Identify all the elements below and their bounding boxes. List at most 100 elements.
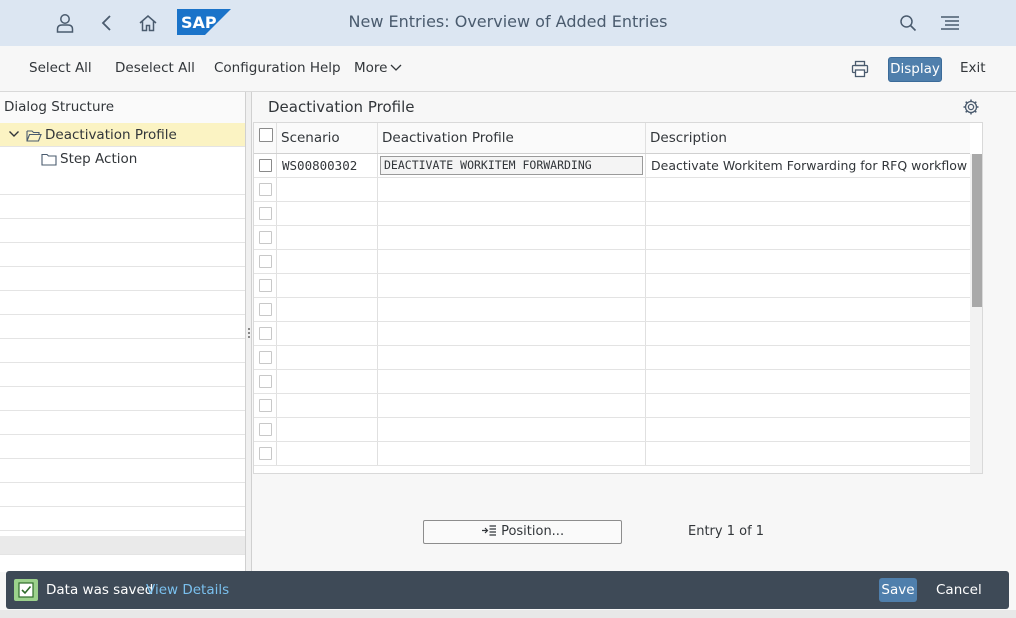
scenario-cell[interactable] [277, 346, 378, 369]
menu-icon[interactable] [936, 9, 964, 37]
scenario-cell[interactable] [277, 250, 378, 273]
row-checkbox[interactable] [259, 303, 272, 316]
row-checkbox[interactable] [259, 279, 272, 292]
cancel-button[interactable]: Cancel [936, 582, 982, 598]
save-button[interactable]: Save [879, 578, 917, 602]
back-icon[interactable] [93, 9, 121, 37]
column-header-scenario[interactable]: Scenario [277, 123, 378, 153]
table-row[interactable] [254, 370, 970, 394]
user-icon[interactable] [51, 9, 79, 37]
scenario-cell[interactable] [277, 370, 378, 393]
position-label: Position... [501, 524, 565, 539]
row-checkbox[interactable] [259, 351, 272, 364]
scenario-cell[interactable] [277, 298, 378, 321]
display-button[interactable]: Display [888, 57, 942, 82]
select-all-checkbox[interactable] [259, 128, 273, 142]
row-checkbox[interactable] [259, 183, 272, 196]
tree-empty-row [0, 411, 245, 435]
main-panel: Deactivation Profile Scenario Deactivati… [253, 92, 1016, 572]
scenario-cell[interactable] [277, 226, 378, 249]
table-header: Scenario Deactivation Profile Descriptio… [254, 123, 970, 154]
table-row[interactable] [254, 322, 970, 346]
profile-cell[interactable] [378, 322, 646, 345]
description-cell[interactable] [646, 202, 970, 225]
scenario-cell[interactable] [277, 418, 378, 441]
scenario-cell[interactable] [277, 442, 378, 465]
scenario-cell[interactable] [277, 394, 378, 417]
row-checkbox[interactable] [259, 159, 272, 172]
exit-button[interactable]: Exit [960, 60, 986, 76]
profile-cell[interactable] [378, 442, 646, 465]
table-row[interactable] [254, 250, 970, 274]
table-row[interactable] [254, 202, 970, 226]
profile-input[interactable]: DEACTIVATE WORKITEM FORWARDING [380, 156, 643, 175]
table-row[interactable] [254, 298, 970, 322]
tree-item-step-action[interactable]: Step Action [0, 147, 245, 171]
row-checkbox[interactable] [259, 399, 272, 412]
row-checkbox[interactable] [259, 327, 272, 340]
table-row[interactable] [254, 442, 970, 466]
panel-splitter[interactable] [246, 92, 252, 572]
home-icon[interactable] [134, 9, 162, 37]
description-cell[interactable] [646, 250, 970, 273]
vertical-scrollbar[interactable] [970, 154, 982, 473]
row-checkbox[interactable] [259, 207, 272, 220]
column-header-description[interactable]: Description [646, 123, 970, 153]
profile-cell[interactable] [378, 346, 646, 369]
tree-item-deactivation-profile[interactable]: Deactivation Profile [0, 123, 245, 147]
print-icon[interactable] [851, 60, 873, 80]
profile-cell[interactable] [378, 370, 646, 393]
profile-cell[interactable] [378, 274, 646, 297]
position-icon [481, 524, 497, 539]
scenario-cell[interactable] [277, 178, 378, 201]
description-cell[interactable] [646, 418, 970, 441]
gear-icon[interactable] [962, 98, 980, 116]
toolbar: Select All Deselect All Configuration He… [0, 46, 1016, 92]
more-menu-button[interactable]: More [354, 60, 402, 76]
row-checkbox[interactable] [259, 447, 272, 460]
description-cell[interactable] [646, 274, 970, 297]
profile-cell[interactable] [378, 394, 646, 417]
table-row[interactable]: WS00800302 DEACTIVATE WORKITEM FORWARDIN… [254, 154, 970, 178]
table-row[interactable] [254, 418, 970, 442]
table-row[interactable] [254, 274, 970, 298]
description-cell[interactable] [646, 178, 970, 201]
expand-arrow-icon[interactable] [8, 128, 20, 144]
profile-cell[interactable] [378, 298, 646, 321]
success-check-icon [14, 579, 38, 601]
position-button[interactable]: Position... [423, 520, 622, 544]
row-checkbox[interactable] [259, 423, 272, 436]
description-cell[interactable] [646, 442, 970, 465]
column-header-deactivation-profile[interactable]: Deactivation Profile [378, 123, 646, 153]
profile-cell[interactable] [378, 202, 646, 225]
table-row[interactable] [254, 226, 970, 250]
row-checkbox[interactable] [259, 231, 272, 244]
profile-cell[interactable] [378, 418, 646, 441]
description-cell[interactable] [646, 394, 970, 417]
profile-cell[interactable] [378, 250, 646, 273]
profile-cell[interactable] [378, 226, 646, 249]
description-cell[interactable] [646, 370, 970, 393]
row-checkbox[interactable] [259, 255, 272, 268]
scenario-cell[interactable] [277, 274, 378, 297]
description-cell[interactable] [646, 346, 970, 369]
select-all-button[interactable]: Select All [29, 60, 92, 76]
description-cell[interactable] [646, 322, 970, 345]
row-select-cell [254, 394, 277, 417]
view-details-link[interactable]: View Details [146, 582, 229, 598]
row-select-cell [254, 226, 277, 249]
description-cell[interactable] [646, 298, 970, 321]
row-select-cell [254, 370, 277, 393]
description-cell[interactable] [646, 226, 970, 249]
profile-cell[interactable] [378, 178, 646, 201]
table-row[interactable] [254, 346, 970, 370]
search-icon[interactable] [894, 9, 922, 37]
row-checkbox[interactable] [259, 375, 272, 388]
scenario-cell[interactable] [277, 202, 378, 225]
vertical-scroll-thumb[interactable] [972, 154, 982, 307]
table-row[interactable] [254, 178, 970, 202]
scenario-cell[interactable] [277, 322, 378, 345]
configuration-help-button[interactable]: Configuration Help [214, 60, 341, 76]
table-row[interactable] [254, 394, 970, 418]
deselect-all-button[interactable]: Deselect All [115, 60, 195, 76]
